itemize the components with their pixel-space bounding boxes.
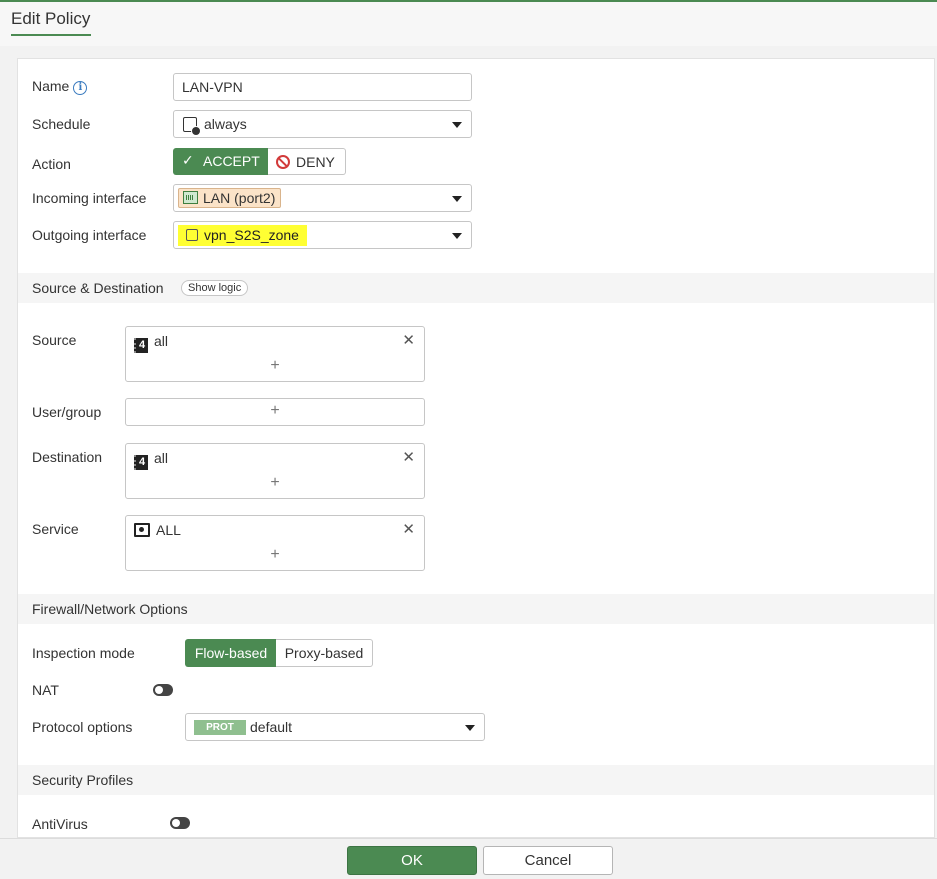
destination-field[interactable]: 4 all ✕ + (125, 443, 425, 499)
add-service-icon[interactable]: + (126, 546, 424, 564)
service-label: Service (32, 521, 79, 537)
antivirus-toggle[interactable] (170, 817, 190, 829)
address-icon: 4 (134, 338, 148, 353)
schedule-select[interactable]: always (173, 110, 472, 138)
name-label: Name i (32, 78, 88, 95)
dialog-footer: OK Cancel (0, 838, 937, 879)
add-source-icon[interactable]: + (126, 357, 424, 375)
nat-toggle[interactable] (153, 684, 173, 696)
deny-button[interactable]: DENY (268, 148, 346, 175)
outgoing-interface-select[interactable]: vpn_S2S_zone (173, 221, 472, 249)
incoming-interface-chip[interactable]: LAN (port2) (178, 188, 282, 208)
policy-form-panel: Name i LAN-VPN Schedule always Action ✓ A… (17, 58, 935, 838)
info-icon[interactable]: i (73, 81, 88, 95)
destination-entry[interactable]: 4 all (134, 450, 168, 470)
address-icon: 4 (134, 455, 148, 470)
protocol-options-label: Protocol options (32, 719, 133, 735)
title-underline (11, 34, 91, 36)
chevron-down-icon (452, 233, 462, 239)
outgoing-interface-chip[interactable]: vpn_S2S_zone (178, 225, 307, 246)
incoming-interface-label: Incoming interface (32, 190, 147, 206)
section-security-profiles: Security Profiles (18, 765, 934, 795)
source-entry[interactable]: 4 all (134, 333, 168, 353)
flow-based-button[interactable]: Flow-based (185, 639, 277, 667)
show-logic-button[interactable]: Show logic (181, 280, 249, 296)
prohibited-icon (276, 155, 290, 169)
incoming-interface-select[interactable]: LAN (port2) (173, 184, 472, 212)
service-entry[interactable]: ALL (134, 522, 181, 538)
protocol-options-select[interactable]: PROT default (185, 713, 485, 741)
proxy-based-button[interactable]: Proxy-based (276, 639, 373, 667)
schedule-clock-icon (183, 117, 201, 136)
accept-button[interactable]: ✓ ACCEPT (173, 148, 269, 175)
chevron-down-icon (452, 122, 462, 128)
chevron-down-icon (452, 196, 462, 202)
cancel-button[interactable]: Cancel (483, 846, 613, 875)
outgoing-interface-label: Outgoing interface (32, 227, 147, 243)
page-title: Edit Policy (11, 9, 91, 28)
source-label: Source (32, 332, 77, 348)
service-icon (134, 523, 150, 537)
action-label: Action (32, 156, 71, 172)
schedule-value: always (204, 116, 247, 132)
section-source-destination: Source & Destination Show logic (18, 273, 934, 303)
add-user-group-icon[interactable]: + (126, 402, 424, 420)
network-port-icon (183, 191, 198, 204)
source-field[interactable]: 4 all ✕ + (125, 326, 425, 382)
user-group-field[interactable]: + (125, 398, 425, 426)
user-group-label: User/group (32, 404, 102, 420)
section-firewall-network-options: Firewall/Network Options (18, 594, 934, 624)
add-destination-icon[interactable]: + (126, 474, 424, 492)
destination-label: Destination (32, 449, 103, 465)
remove-destination-icon[interactable]: ✕ (402, 448, 415, 466)
service-field[interactable]: ALL ✕ + (125, 515, 425, 571)
nat-label: NAT (32, 682, 59, 698)
dialog-header: Edit Policy (0, 2, 937, 46)
protocol-badge: PROT (194, 720, 246, 735)
chevron-down-icon (465, 725, 475, 731)
remove-source-icon[interactable]: ✕ (402, 331, 415, 349)
protocol-options-value: default (250, 719, 293, 735)
schedule-label: Schedule (32, 116, 91, 132)
name-value: LAN-VPN (182, 79, 243, 95)
remove-service-icon[interactable]: ✕ (402, 520, 415, 538)
inspection-mode-label: Inspection mode (32, 645, 135, 661)
name-input[interactable]: LAN-VPN (173, 73, 472, 101)
ok-button[interactable]: OK (347, 846, 477, 875)
zone-icon (186, 229, 198, 241)
antivirus-label: AntiVirus (32, 816, 88, 832)
checkmark-icon: ✓ (182, 152, 194, 168)
